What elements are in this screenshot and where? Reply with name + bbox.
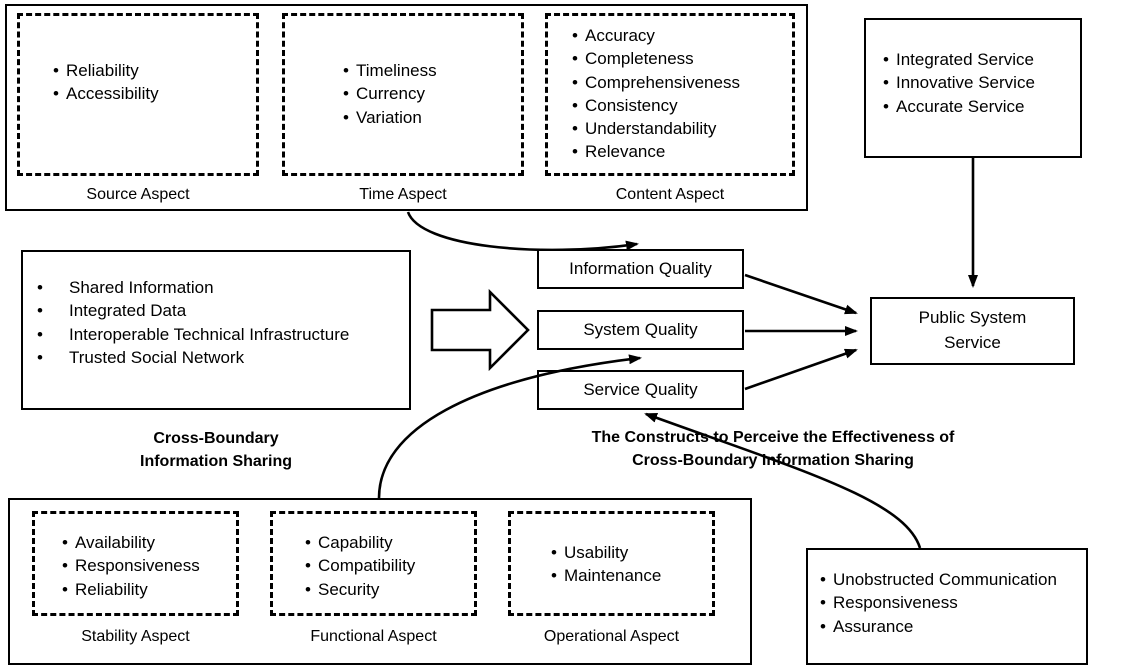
connector-layer-over	[377, 354, 922, 549]
arrow-functional-aspect-to-system-quality	[377, 354, 642, 499]
diagram-canvas: Reliability Accessibility Source Aspect …	[0, 0, 1123, 669]
arrow-service-drivers-to-service-quality	[644, 412, 922, 549]
